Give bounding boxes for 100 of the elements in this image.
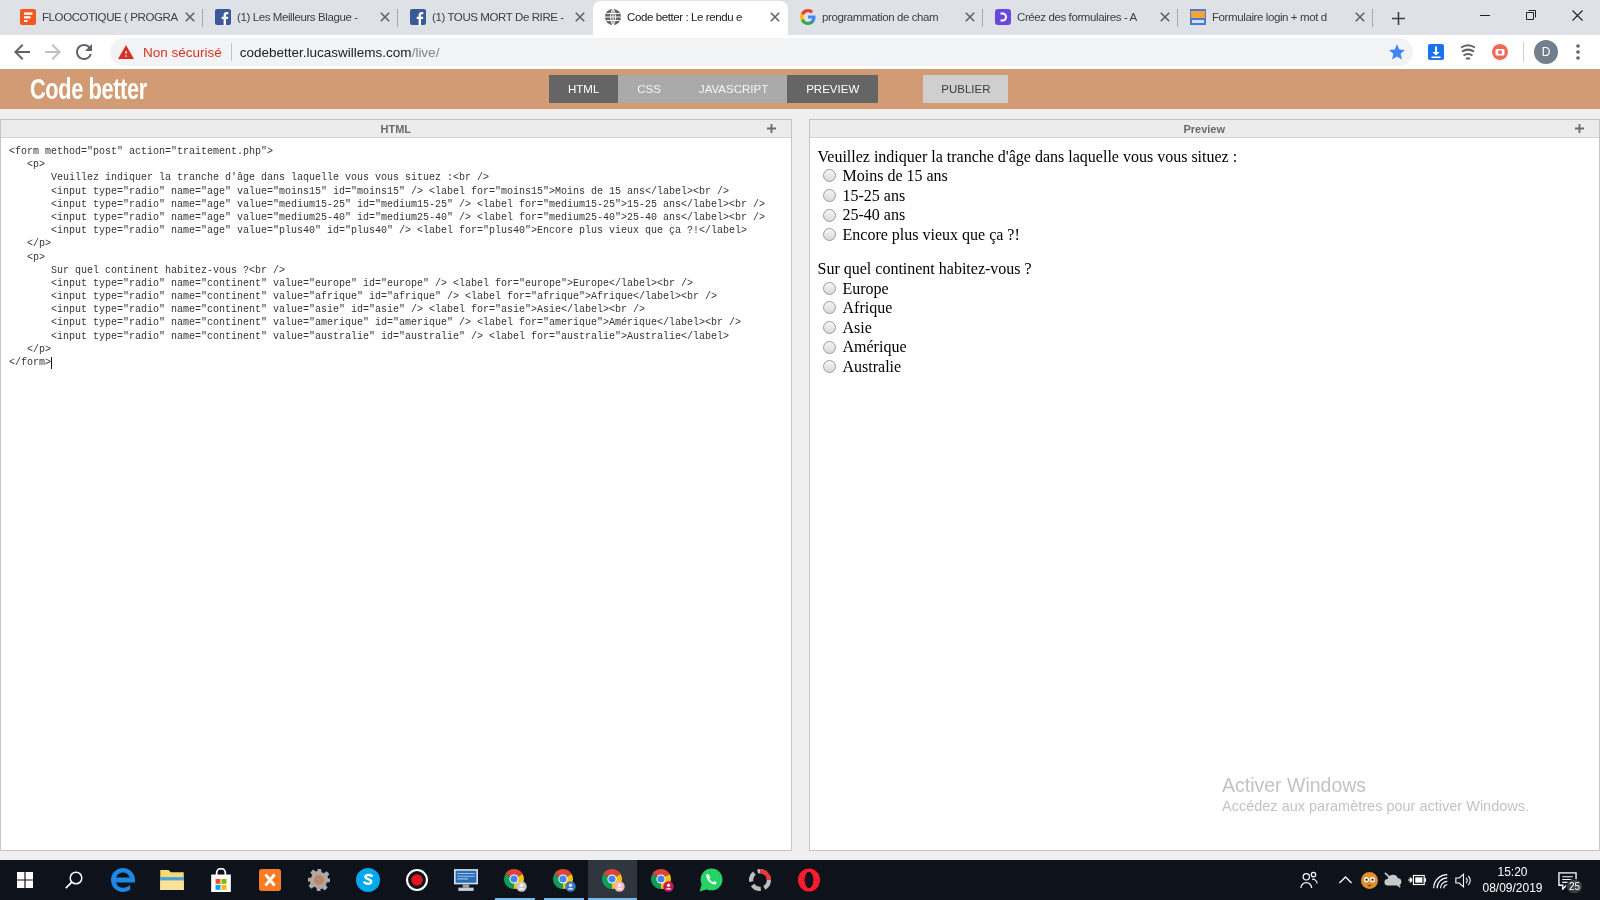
code-line: <input type="radio" name="age" value="moins15" id="moins15" /> <label for="moins15">Moins de 15 ans</label><br /> bbox=[50, 184, 730, 198]
url-text: codebetter.lucaswillems.com/live/ bbox=[239, 44, 440, 60]
panel-title: HTML bbox=[380, 122, 411, 135]
code-line: <input type="radio" name="age" value="medium25-40" id="medium25-40" /> <label for="medium25-40">25-40 ans</label><br /> bbox=[50, 210, 766, 225]
plus-icon[interactable] bbox=[766, 124, 776, 133]
start-icon[interactable] bbox=[16, 872, 33, 888]
star-icon[interactable] bbox=[1389, 44, 1405, 60]
warning-icon bbox=[118, 45, 134, 59]
face-icon[interactable] bbox=[1360, 871, 1378, 889]
browser-logo-icon bbox=[600, 868, 625, 892]
cloud-off-icon[interactable] bbox=[1384, 871, 1402, 889]
swirl-logo-icon bbox=[110, 868, 135, 892]
radio-button[interactable] bbox=[822, 321, 836, 335]
stacked-curves-icon[interactable] bbox=[1460, 44, 1476, 60]
question-text: Sur quel continent habitez-vous ? bbox=[817, 258, 1032, 279]
arc-logo-icon bbox=[995, 8, 1011, 25]
tile-x-logo-icon bbox=[258, 869, 281, 891]
reload-icon[interactable] bbox=[76, 44, 92, 60]
code-line: <input type="radio" name="continent" value="afrique" id="afrique" /> <label for="afrique">Afrique</label><br /> bbox=[50, 290, 718, 304]
code-line: <input type="radio" name="continent" value="australie" id="australie" /> <label for="australie">Australie</label> bbox=[50, 329, 730, 343]
ring-icon bbox=[748, 869, 771, 891]
menu-icon[interactable] bbox=[1576, 44, 1580, 60]
taskbar-button[interactable] bbox=[588, 860, 637, 900]
download-icon[interactable] bbox=[1428, 44, 1444, 60]
radio-button[interactable] bbox=[822, 360, 836, 374]
code-line: <form method="post" action="traitement.php"> bbox=[9, 145, 274, 159]
address-bar[interactable]: Non sécurisé codebetter.lucaswillems.com/live/ bbox=[110, 38, 1413, 66]
restore-icon[interactable] bbox=[1526, 10, 1536, 20]
browser-logo-icon bbox=[551, 868, 576, 892]
f-logo-icon bbox=[410, 8, 426, 25]
radio-button[interactable] bbox=[822, 228, 836, 242]
view-tab[interactable]: PREVIEW bbox=[787, 75, 879, 103]
plus-icon[interactable] bbox=[1392, 11, 1405, 25]
search-icon[interactable] bbox=[64, 871, 83, 889]
code-line: <input type="radio" name="continent" value="europe" id="europe" /> <label for="europe">Europe</label><br /> bbox=[50, 276, 694, 291]
folder-icon bbox=[159, 870, 184, 890]
code-line: </form> bbox=[9, 356, 51, 370]
option-label: 15-25 ans bbox=[842, 185, 906, 206]
panel-title: Preview bbox=[1183, 122, 1226, 135]
radio-button[interactable] bbox=[822, 208, 836, 222]
browser-logo-icon bbox=[502, 868, 527, 892]
app-logo: Code better bbox=[30, 74, 147, 104]
chat-bubble-icon bbox=[698, 868, 723, 892]
clock-time: 15:20 bbox=[1497, 864, 1528, 880]
monitor-icon bbox=[453, 868, 478, 892]
f-logo-icon bbox=[215, 8, 231, 25]
security-label[interactable]: Non sécurisé bbox=[143, 44, 222, 60]
browser-tab[interactable]: Code better : Le rendu e bbox=[593, 1, 788, 35]
striped-logo-icon bbox=[20, 8, 36, 25]
code-line: <input type="radio" name="age" value="medium15-25" id="medium15-25" /> <label for="medium15-25">15-25 ans</label><br /> bbox=[50, 197, 766, 211]
plus-icon[interactable] bbox=[1575, 124, 1584, 133]
browser-tab[interactable]: programmation de cham bbox=[788, 1, 983, 35]
activation-title: Activer Windows bbox=[1222, 774, 1367, 796]
camera-icon[interactable] bbox=[1492, 44, 1508, 60]
radio-button[interactable] bbox=[822, 301, 836, 315]
radio-button[interactable] bbox=[822, 189, 836, 202]
browser-tab[interactable]: Créez des formulaires - A bbox=[983, 1, 1178, 35]
globe-icon bbox=[605, 8, 621, 25]
tile-logo-icon bbox=[1190, 8, 1206, 25]
option-label: Encore plus vieux que ça ?! bbox=[842, 224, 1020, 245]
option-label: Europe bbox=[842, 278, 889, 299]
notification-count: 25 bbox=[1566, 879, 1584, 894]
code-line: <input type="radio" name="continent" value="amerique" id="amerique" /> <label for="amerique">Amérique</label><br /> bbox=[50, 316, 742, 330]
activation-text: Accédez aux paramètres pour activer Windows. bbox=[1222, 798, 1530, 815]
option-label: Amérique bbox=[842, 337, 907, 357]
browser-tab[interactable]: (1) TOUS MORT De RIRE - bbox=[398, 1, 593, 35]
back-arrow-icon[interactable] bbox=[14, 44, 30, 60]
question-text: Veuillez indiquer la tranche d'âge dans laquelle vous vous situez : bbox=[817, 146, 1238, 167]
code-line: <input type="radio" name="age" value="plus40" id="plus40" /> <label for="plus40">Encore plus vieux que ça ?!</label> bbox=[51, 224, 748, 238]
option-label: Asie bbox=[842, 317, 872, 338]
browser-tab[interactable]: Formulaire login + mot d bbox=[1178, 1, 1373, 35]
record-icon bbox=[405, 869, 428, 891]
browser-tab[interactable]: FLOOCOTIQUE ( PROGRA bbox=[8, 1, 203, 35]
people-icon[interactable] bbox=[1300, 871, 1318, 889]
minimize-icon[interactable] bbox=[1480, 14, 1490, 16]
profile-button[interactable]: D bbox=[1534, 40, 1558, 64]
shopping-bag-icon bbox=[209, 868, 232, 892]
code-line: Veuillez indiquer la tranche d'âge dans laquelle vous vous situez :<br /> bbox=[50, 171, 490, 185]
clock-date: 08/09/2019 bbox=[1482, 880, 1543, 896]
gear-icon bbox=[306, 868, 331, 892]
browser-tab[interactable]: (1) Les Meilleurs Blague - bbox=[203, 1, 398, 35]
code-line: <p> bbox=[26, 250, 45, 264]
option-label: Moins de 15 ans bbox=[842, 166, 948, 186]
code-line: <p> bbox=[26, 158, 45, 172]
code-line: </p> bbox=[26, 237, 51, 251]
oval-ring-logo-icon bbox=[797, 868, 820, 892]
publish-button[interactable]: PUBLIER bbox=[923, 75, 1009, 103]
battery-charging-icon[interactable] bbox=[1408, 874, 1426, 886]
close-icon[interactable] bbox=[770, 11, 780, 22]
radio-button[interactable] bbox=[822, 281, 836, 295]
close-icon[interactable] bbox=[1571, 9, 1583, 21]
wifi-icon[interactable] bbox=[1432, 871, 1449, 889]
radio-button[interactable] bbox=[822, 169, 836, 183]
option-label: 25-40 ans bbox=[842, 205, 906, 225]
radio-button[interactable] bbox=[822, 340, 836, 354]
view-tab[interactable]: HTML bbox=[549, 75, 619, 103]
g-logo-icon bbox=[800, 8, 816, 25]
chevron-up-icon[interactable] bbox=[1339, 876, 1352, 884]
volume-icon[interactable] bbox=[1455, 871, 1472, 889]
option-label: Australie bbox=[842, 356, 902, 377]
